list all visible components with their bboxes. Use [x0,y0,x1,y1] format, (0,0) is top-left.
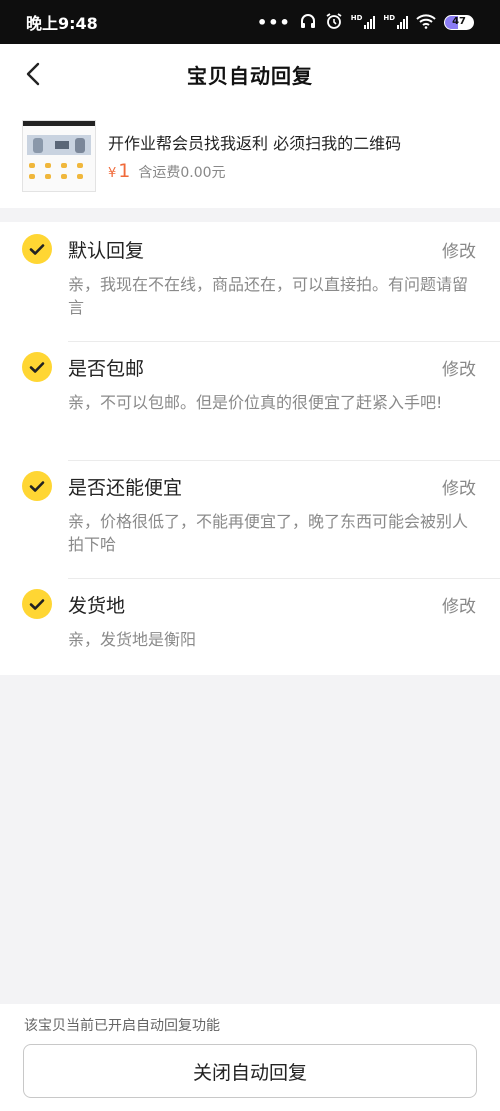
back-arrow-icon [26,62,40,86]
reply-item-free-shipping: 是否包邮 修改 亲，不可以包邮。但是价位真的很便宜了赶紧入手吧! [0,340,500,460]
product-name: 开作业帮会员找我返利 必须扫我的二维码 [108,134,402,153]
check-icon[interactable] [22,471,52,501]
reply-title: 默认回复 [68,240,145,262]
page-title: 宝贝自动回复 [187,63,313,88]
edit-button[interactable]: 修改 [442,355,476,380]
hd-signal-icon: HD [383,13,409,29]
hd-signal-icon: HD [350,13,376,29]
bottom-panel: 该宝贝当前已开启自动回复功能 关闭自动回复 [0,1004,500,1111]
hd-label: HD [350,13,363,22]
check-icon[interactable] [22,234,52,264]
status-icons: ••• HD HD 47 [257,12,474,33]
check-icon[interactable] [22,589,52,619]
reply-content: 亲，我现在不在线，商品还在，可以直接拍。有问题请留言 [68,275,469,317]
back-button[interactable] [14,54,54,94]
reply-content: 亲，价格很低了，不能再便宜了，晚了东西可能会被别人拍下哈 [68,512,469,554]
edit-button[interactable]: 修改 [442,237,476,262]
status-time: 晚上9:48 [26,14,98,33]
headphones-icon [299,12,317,33]
alarm-icon [325,12,343,33]
shipping-fee: 含运费0.00元 [138,165,226,181]
check-icon[interactable] [22,352,52,382]
reply-content: 亲，不可以包邮。但是价位真的很便宜了赶紧入手吧! [68,393,443,412]
battery-icon: 47 [444,14,474,30]
reply-content: 亲，发货地是衡阳 [68,630,197,649]
wifi-icon [416,13,436,32]
product-info: 开作业帮会员找我返利 必须扫我的二维码 ¥ 1 含运费0.00元 [108,130,401,182]
edit-button[interactable]: 修改 [442,474,476,499]
price-symbol: ¥ [108,166,117,181]
reply-list: 默认回复 修改 亲，我现在不在线，商品还在，可以直接拍。有问题请留言 是否包邮 … [0,222,500,675]
reply-item-ship-from: 发货地 修改 亲，发货地是衡阳 [0,577,500,675]
status-bar: 晚上9:48 ••• HD HD 47 [0,0,500,44]
hd-label: HD [383,13,396,22]
product-thumbnail [22,120,96,192]
close-auto-reply-button[interactable]: 关闭自动回复 [23,1044,477,1098]
product-price: 1 [118,160,131,182]
more-dots-icon: ••• [257,12,291,32]
product-card[interactable]: 开作业帮会员找我返利 必须扫我的二维码 ¥ 1 含运费0.00元 [0,104,500,208]
reply-item-default: 默认回复 修改 亲，我现在不在线，商品还在，可以直接拍。有问题请留言 [0,222,500,342]
reply-title: 发货地 [68,595,126,617]
auto-reply-status-hint: 该宝贝当前已开启自动回复功能 [24,1018,220,1034]
reply-title: 是否还能便宜 [68,477,183,499]
header: 宝贝自动回复 [0,44,500,104]
price-row: ¥ 1 含运费0.00元 [108,160,401,182]
edit-button[interactable]: 修改 [442,592,476,617]
reply-item-discount: 是否还能便宜 修改 亲，价格很低了，不能再便宜了，晚了东西可能会被别人拍下哈 [0,459,500,579]
reply-title: 是否包邮 [68,358,145,380]
